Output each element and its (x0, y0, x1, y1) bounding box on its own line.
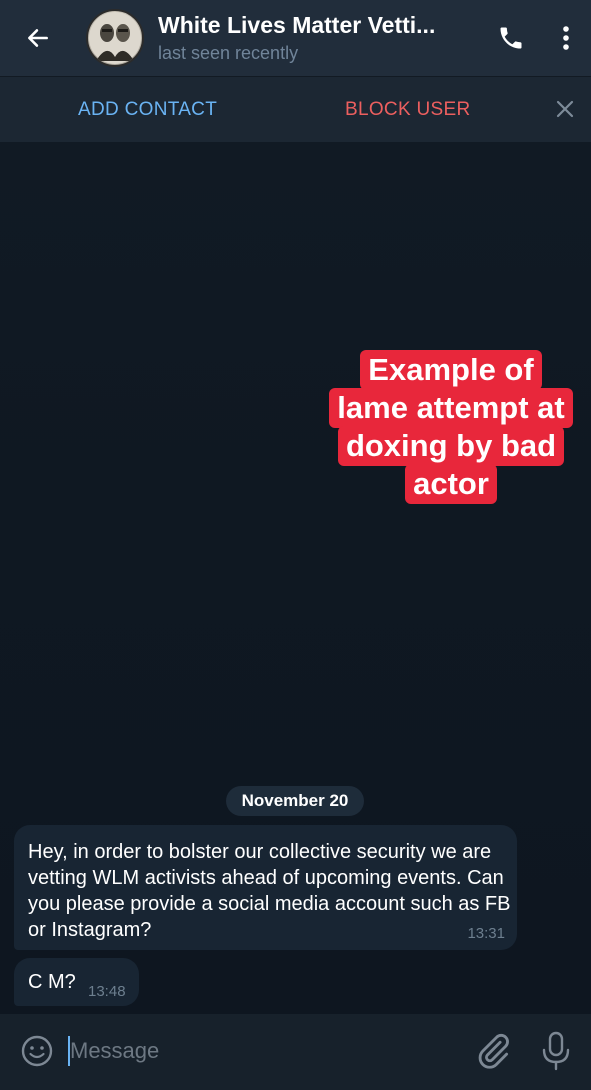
block-user-button[interactable]: BLOCK USER (345, 99, 470, 121)
attach-button[interactable] (474, 1032, 512, 1070)
emoji-button[interactable] (20, 1034, 54, 1068)
avatar-image (89, 12, 141, 64)
back-button[interactable] (0, 0, 76, 76)
more-menu-button[interactable] (541, 0, 591, 76)
more-vertical-icon (563, 26, 569, 50)
paperclip-icon (478, 1034, 509, 1069)
chat-header: White Lives Matter Vetti... last seen re… (0, 0, 591, 76)
message-time: 13:31 (467, 925, 505, 942)
add-contact-button[interactable]: ADD CONTACT (78, 99, 217, 121)
annotation-line: lame attempt at (329, 388, 573, 428)
contact-action-bar: ADD CONTACT BLOCK USER (0, 76, 591, 142)
smile-icon (21, 1035, 53, 1067)
chat-title-block[interactable]: White Lives Matter Vetti... last seen re… (158, 12, 481, 64)
annotation-line: Example of (360, 350, 542, 390)
message-text: Hey, in order to bolster our collective … (28, 841, 511, 941)
close-action-bar-button[interactable] (548, 92, 582, 126)
message-input[interactable] (70, 1032, 450, 1070)
microphone-icon (542, 1031, 570, 1071)
phone-icon (500, 27, 522, 49)
chat-title: White Lives Matter Vetti... (158, 12, 436, 38)
avatar[interactable] (86, 9, 144, 67)
message-composer (0, 1014, 591, 1090)
voice-record-button[interactable] (538, 1030, 574, 1072)
message-time: 13:48 (88, 983, 126, 1000)
call-button[interactable] (481, 0, 541, 76)
close-icon (556, 100, 574, 118)
message-bubble[interactable]: C M? 13:48 (14, 958, 139, 1006)
chat-status: last seen recently (158, 43, 299, 63)
date-separator: November 20 (226, 786, 364, 816)
annotation-overlay: Example of lame attempt at doxing by bad… (318, 350, 584, 504)
annotation-line: doxing by bad (337, 426, 565, 466)
message-text: C M? (28, 971, 76, 993)
message-bubble[interactable]: Hey, in order to bolster our collective … (14, 825, 517, 950)
arrow-left-icon (28, 29, 48, 47)
annotation-line: actor (405, 464, 497, 504)
